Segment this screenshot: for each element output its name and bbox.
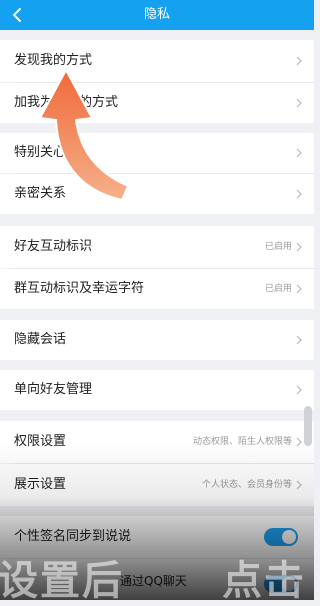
row-label: 群互动标识及幸运字符 bbox=[14, 281, 145, 296]
row-label: 亲密关系 bbox=[14, 186, 67, 201]
row-display[interactable]: 展示设置 个人状态、会员身份等 bbox=[0, 464, 314, 506]
row-label: 权限设置 bbox=[14, 434, 67, 449]
toggle-knob bbox=[282, 577, 296, 591]
row-intimate[interactable]: 亲密关系 bbox=[0, 174, 314, 214]
row-label: 单向好友管理 bbox=[14, 382, 93, 397]
row-signature-sync: 个性签名同步到说说 bbox=[0, 516, 314, 558]
row-special-care[interactable]: 特别关心 bbox=[0, 133, 314, 173]
row-friend-interaction[interactable]: 好友互动标识 已启用 bbox=[0, 226, 314, 268]
row-label: 通过QQ聊天 bbox=[120, 574, 187, 588]
row-discover-me[interactable]: 发现我的方式 bbox=[0, 40, 314, 82]
row-group-interaction[interactable]: 群互动标识及幸运字符 已启用 bbox=[0, 269, 314, 309]
row-summary: 动态权限、陌生人权限等 bbox=[192, 437, 292, 447]
chevron-right-icon bbox=[296, 189, 302, 199]
row-label: 隐藏会话 bbox=[14, 332, 67, 347]
chevron-right-icon bbox=[296, 437, 302, 447]
title-bar: 隐私 bbox=[0, 0, 314, 30]
scrollbar-thumb[interactable] bbox=[304, 406, 312, 446]
row-qq-chat: 通过QQ聊天 bbox=[0, 559, 314, 600]
toggle-knob bbox=[282, 530, 296, 544]
row-permissions[interactable]: 权限设置 动态权限、陌生人权限等 bbox=[0, 421, 314, 463]
row-summary: 个人状态、会员身份等 bbox=[201, 480, 292, 490]
row-one-way-friends[interactable]: 单向好友管理 bbox=[0, 370, 314, 410]
chevron-right-icon bbox=[296, 480, 302, 490]
page-title: 隐私 bbox=[143, 7, 170, 22]
row-add-friend[interactable]: 加我为好友的方式 bbox=[0, 83, 314, 123]
chevron-right-icon bbox=[296, 98, 302, 108]
row-label: 好友互动标识 bbox=[14, 239, 93, 254]
row-label: 个性签名同步到说说 bbox=[14, 529, 132, 544]
row-label: 发现我的方式 bbox=[14, 53, 93, 68]
chevron-right-icon bbox=[296, 56, 302, 66]
row-label: 特别关心 bbox=[14, 145, 67, 160]
signature-sync-toggle[interactable] bbox=[264, 528, 298, 546]
row-status: 已启用 bbox=[264, 284, 292, 294]
qq-chat-toggle[interactable] bbox=[264, 575, 298, 593]
chevron-right-icon bbox=[296, 385, 302, 395]
chevron-right-icon bbox=[296, 148, 302, 158]
chevron-right-icon bbox=[296, 242, 302, 252]
chevron-right-icon bbox=[296, 335, 302, 345]
chevron-right-icon bbox=[296, 284, 302, 294]
row-label: 展示设置 bbox=[14, 477, 67, 492]
row-status: 已启用 bbox=[264, 242, 292, 252]
row-hidden-chat[interactable]: 隐藏会话 bbox=[0, 320, 314, 360]
row-label: 加我为好友的方式 bbox=[14, 95, 119, 110]
